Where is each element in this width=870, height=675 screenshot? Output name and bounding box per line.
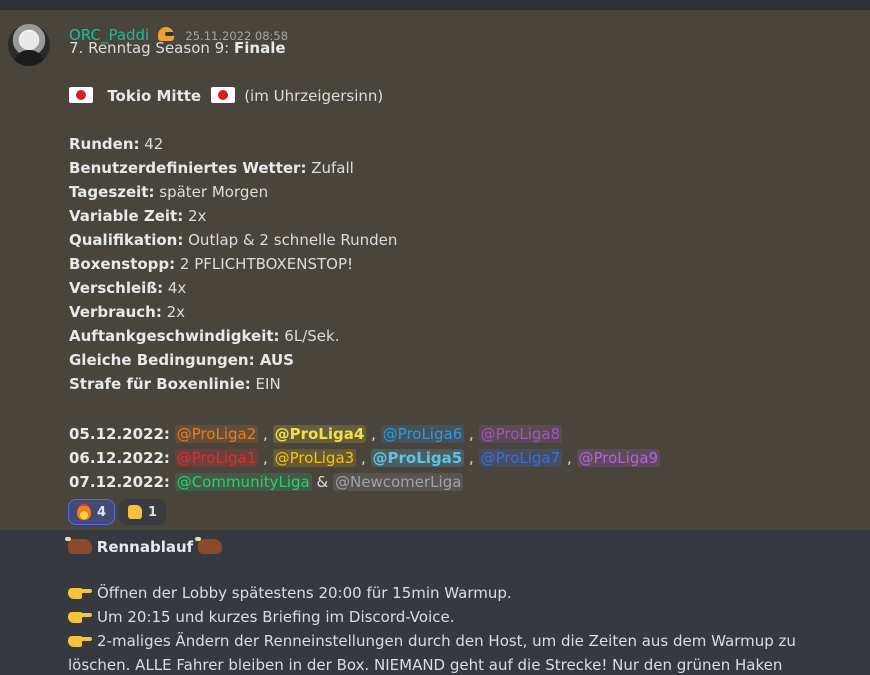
setting-label: Variable Zeit: [69, 207, 184, 225]
setting-label: Gleiche Bedingungen: [69, 351, 255, 369]
setting-row: Qualifikation: Outlap & 2 schnelle Runde… [69, 230, 397, 250]
schedule-date: 06.12.2022: [69, 449, 170, 467]
track-direction: (im Uhrzeigersinn) [244, 87, 384, 105]
setting-row: Auftankgeschwindigkeit: 6L/Sek. [69, 326, 339, 346]
schedule-row: 07.12.2022: @CommunityLiga & @NewcomerLi… [69, 472, 464, 492]
setting-value: 6L/Sek. [279, 327, 340, 345]
separator: , [263, 449, 268, 467]
list-item: 2-maliges Ändern der Renneinstellungen d… [68, 631, 796, 651]
japan-flag-icon [69, 87, 93, 103]
heading-text: Rennablauf [96, 538, 194, 556]
schedule-date: 07.12.2022: [69, 473, 170, 491]
track-line: Tokio Mitte (im Uhrzeigersinn) [69, 86, 383, 106]
setting-row: Variable Zeit: 2x [69, 206, 206, 226]
separator: , [469, 449, 474, 467]
avatar[interactable] [8, 24, 50, 66]
message-title: 7. Renntag Season 9: Finale [69, 38, 286, 58]
reaction-count: 1 [148, 504, 158, 520]
list-item-text: Öffnen der Lobby spätestens 20:00 für 15… [97, 584, 512, 602]
setting-value: 42 [139, 135, 164, 153]
reactions-bar: 4 1 [68, 499, 167, 525]
mention[interactable]: @ProLiga3 [272, 449, 357, 467]
pointing-hand-icon [68, 585, 92, 601]
top-strip [0, 0, 870, 10]
separator: , [566, 449, 572, 467]
list-item-text: löschen. ALLE Fahrer bleiben in der Box.… [68, 656, 783, 674]
schedule-row: 05.12.2022: @ProLiga2 , @ProLiga4 , @Pro… [69, 424, 563, 444]
setting-row: Boxenstopp: 2 PFLICHTBOXENSTOP! [69, 254, 353, 274]
rennablauf-heading: Rennablauf [65, 537, 222, 557]
setting-label: Strafe für Boxenlinie: [69, 375, 251, 393]
ox-icon [194, 537, 222, 554]
setting-value: 2 PFLICHTBOXENSTOP! [175, 255, 354, 273]
reaction-count: 4 [97, 504, 107, 520]
setting-label: Verbrauch: [69, 303, 162, 321]
schedule-row: 06.12.2022: @ProLiga1 , @ProLiga3 , @Pro… [69, 448, 661, 468]
title-bold: Finale [234, 39, 286, 57]
setting-row: Strafe für Boxenlinie: EIN [69, 374, 281, 394]
separator: , [360, 449, 366, 467]
title-prefix: 7. Renntag Season 9: [69, 39, 235, 57]
avatar-face [20, 32, 38, 50]
ox-icon [65, 537, 92, 554]
fire-icon [77, 504, 91, 520]
mention[interactable]: @ProLiga5 [370, 449, 465, 467]
setting-value: 2x [161, 303, 186, 321]
setting-value: 4x [163, 279, 187, 297]
mention[interactable]: @ProLiga4 [272, 425, 367, 443]
list-item-text: Um 20:15 und kurzes Briefing im Discord-… [97, 608, 455, 626]
pointing-hand-icon [68, 633, 92, 649]
setting-label: Auftankgeschwindigkeit: [69, 327, 280, 345]
setting-value: 2x [183, 207, 207, 225]
setting-value: Zufall [306, 159, 354, 177]
list-item: Öffnen der Lobby spätestens 20:00 für 15… [68, 583, 512, 603]
track-name: Tokio Mitte [107, 87, 202, 105]
setting-value: EIN [250, 375, 281, 393]
list-item-text: 2-maliges Ändern der Renneinstellungen d… [97, 632, 796, 650]
mention[interactable]: @ProLiga9 [576, 449, 661, 467]
mention[interactable]: @ProLiga6 [380, 425, 465, 443]
setting-row: Tageszeit: später Morgen [69, 182, 268, 202]
thumbs-up-icon [128, 505, 143, 519]
setting-label: Boxenstopp: [69, 255, 176, 273]
mention[interactable]: @NewcomerLiga [333, 473, 464, 491]
mention[interactable]: @ProLiga7 [478, 449, 563, 467]
separator: , [263, 425, 268, 443]
setting-label: Benutzerdefiniertes Wetter: [69, 159, 307, 177]
japan-flag-icon [210, 87, 235, 103]
reaction-fire[interactable]: 4 [68, 499, 116, 525]
setting-value: AUS [254, 351, 294, 369]
list-item-continuation: löschen. ALLE Fahrer bleiben in der Box.… [68, 655, 782, 675]
mention[interactable]: @ProLiga2 [174, 425, 259, 443]
separator: , [371, 425, 376, 443]
mention[interactable]: @CommunityLiga [174, 473, 312, 491]
schedule-date: 05.12.2022: [69, 425, 170, 443]
list-item: Um 20:15 und kurzes Briefing im Discord-… [68, 607, 455, 627]
mention[interactable]: @ProLiga1 [174, 449, 259, 467]
setting-label: Tageszeit: [69, 183, 155, 201]
setting-label: Qualifikation: [69, 231, 184, 249]
setting-row: Verschleiß: 4x [69, 278, 186, 298]
setting-row: Benutzerdefiniertes Wetter: Zufall [69, 158, 354, 178]
pointing-hand-icon [68, 609, 92, 625]
setting-row: Verbrauch: 2x [69, 302, 185, 322]
setting-row: Runden: 42 [69, 134, 163, 154]
reaction-thumbs-up[interactable]: 1 [119, 499, 167, 525]
avatar-body [14, 50, 44, 66]
setting-label: Runden: [69, 135, 140, 153]
and-symbol: & [316, 473, 329, 491]
mention[interactable]: @ProLiga8 [478, 425, 563, 443]
separator: , [469, 425, 474, 443]
message-highlighted: ORC_Paddi 25.11.2022 08:58 7. Renntag Se… [0, 10, 870, 530]
setting-value: Outlap & 2 schnelle Runden [183, 231, 398, 249]
setting-row: Gleiche Bedingungen: AUS [69, 350, 294, 370]
setting-value: später Morgen [154, 183, 269, 201]
setting-label: Verschleiß: [69, 279, 164, 297]
